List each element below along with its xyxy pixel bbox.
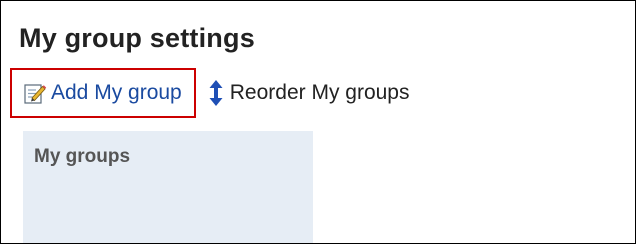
edit-note-icon [23, 81, 47, 105]
vertical-arrows-icon [208, 79, 224, 107]
reorder-my-groups-label: Reorder My groups [229, 81, 410, 104]
reorder-my-groups-link[interactable]: Reorder My groups [208, 79, 410, 107]
toolbar: Add My group Reorder My groups [10, 68, 410, 118]
my-groups-panel: My groups [23, 131, 313, 243]
add-my-group-label: Add My group [51, 81, 182, 104]
add-my-group-link[interactable]: Add My group [10, 68, 196, 118]
page-title: My group settings [19, 23, 255, 53]
my-groups-title: My groups [34, 146, 131, 167]
settings-window: My group settings Add My group Reorder M… [0, 0, 636, 244]
